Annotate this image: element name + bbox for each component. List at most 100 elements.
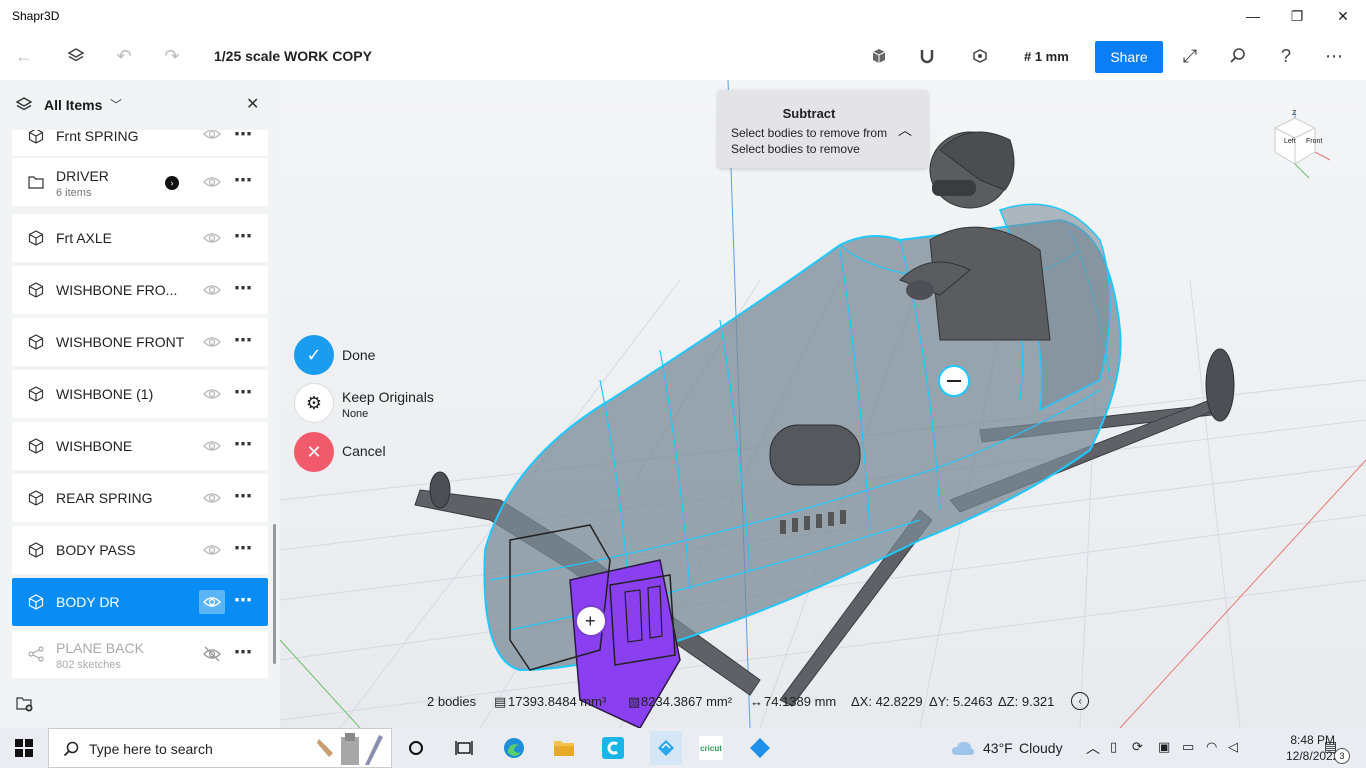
help-icon[interactable]: ? <box>1274 44 1298 68</box>
viewcube-front-label[interactable]: Front <box>1306 138 1322 145</box>
chevron-down-icon[interactable]: ﹀ <box>110 96 122 113</box>
sidebar-scrollbar[interactable] <box>273 524 276 664</box>
back-arrow-icon[interactable]: ← <box>12 44 36 68</box>
list-item[interactable]: REAR SPRING ⋯ <box>12 474 268 522</box>
eye-icon[interactable] <box>203 130 221 142</box>
view-settings-icon[interactable] <box>968 44 992 68</box>
more-options-icon[interactable]: ⋯ <box>234 330 253 351</box>
eye-icon[interactable] <box>203 282 221 298</box>
done-label[interactable]: Done <box>342 347 375 363</box>
item-label: WISHBONE (1) <box>56 386 154 402</box>
maximize-button[interactable]: ❐ <box>1274 0 1320 32</box>
list-item-selected[interactable]: BODY DR ⋯ <box>12 578 268 626</box>
cortana-icon[interactable] <box>404 736 428 760</box>
edge-browser-icon[interactable] <box>502 736 526 760</box>
list-item[interactable]: WISHBONE ⋯ <box>12 422 268 470</box>
subtract-instruction-1: Select bodies to remove from <box>731 126 888 140</box>
document-title[interactable]: 1/25 scale WORK COPY <box>214 48 372 64</box>
undo-icon[interactable]: ↶ <box>112 44 136 68</box>
close-window-button[interactable]: ✕ <box>1320 0 1366 32</box>
volume-icon[interactable]: ◁ <box>1228 739 1238 755</box>
sidebar-title[interactable]: All Items <box>44 97 102 113</box>
fullscreen-icon[interactable]: ⤢ <box>1178 44 1202 68</box>
display-mode-icon[interactable] <box>867 44 891 68</box>
more-options-icon[interactable]: ⋯ <box>234 382 253 403</box>
tray-app-icon[interactable]: ▯ <box>1110 739 1117 755</box>
more-options-icon[interactable]: ⋯ <box>234 130 253 145</box>
eye-icon[interactable] <box>203 438 221 454</box>
windows-start-icon[interactable] <box>12 736 36 760</box>
weather-temp[interactable]: 43°F <box>983 740 1013 756</box>
more-options-icon[interactable]: ⋯ <box>234 538 253 559</box>
close-icon[interactable]: ✕ <box>246 94 259 114</box>
wifi-icon[interactable]: ◠ <box>1206 739 1217 755</box>
list-item[interactable]: DRIVER 6 items › ⋯ <box>12 158 268 206</box>
keep-originals-button[interactable]: ⚙ <box>294 383 334 423</box>
eye-icon[interactable] <box>203 490 221 506</box>
minimize-button[interactable]: — <box>1230 0 1276 32</box>
eye-icon[interactable] <box>203 230 221 246</box>
done-button[interactable]: ✓ <box>294 335 334 375</box>
list-item[interactable]: Frt AXLE ⋯ <box>12 214 268 262</box>
chevron-up-icon[interactable]: ︿ <box>1086 738 1100 758</box>
list-item[interactable]: PLANE BACK 802 sketches ⋯ <box>12 630 268 678</box>
eye-icon[interactable] <box>203 386 221 402</box>
eye-icon[interactable] <box>203 174 221 190</box>
eye-icon[interactable] <box>203 594 221 610</box>
model-canvas[interactable]: + <box>280 80 1366 728</box>
cloud-weather-icon[interactable] <box>950 736 976 760</box>
app-c-icon[interactable] <box>601 736 625 760</box>
list-item[interactable]: WISHBONE (1) ⋯ <box>12 370 268 418</box>
3d-viewport[interactable]: + Left Front Z <box>280 80 1366 728</box>
chevron-up-icon[interactable]: ︿ <box>898 120 912 140</box>
new-folder-icon[interactable] <box>16 696 34 712</box>
collapse-status-icon[interactable]: ‹ <box>1071 692 1089 710</box>
share-button[interactable]: Share <box>1095 41 1163 73</box>
cancel-button[interactable]: ✕ <box>294 432 334 472</box>
item-label: REAR SPRING <box>56 490 153 506</box>
shapr3d-taskbar-icon[interactable] <box>650 731 682 765</box>
battery-icon[interactable]: ▭ <box>1182 739 1194 755</box>
layers-icon[interactable] <box>64 44 88 68</box>
app-diamond-icon[interactable] <box>748 736 772 760</box>
grid-size-label[interactable]: # 1 mm <box>1024 49 1069 64</box>
list-item[interactable]: WISHBONE FRO... ⋯ <box>12 266 268 314</box>
eye-hidden-icon[interactable] <box>203 646 221 662</box>
more-options-icon[interactable]: ⋯ <box>234 486 253 507</box>
more-options-icon[interactable]: ⋯ <box>234 226 253 247</box>
area-icon: ▧ <box>628 694 641 709</box>
taskbar-search[interactable]: Type here to search <box>48 728 392 768</box>
more-options-icon[interactable]: ⋯ <box>234 434 253 455</box>
search-icon[interactable] <box>1226 44 1250 68</box>
file-explorer-icon[interactable] <box>552 736 576 760</box>
expand-arrow-icon[interactable]: › <box>165 176 179 190</box>
notification-count-badge: 3 <box>1334 748 1350 764</box>
status-length: 74.1389 mm <box>764 694 837 709</box>
snapping-magnet-icon[interactable] <box>915 44 939 68</box>
list-item[interactable]: BODY PASS ⋯ <box>12 526 268 574</box>
search-placeholder: Type here to search <box>89 741 213 757</box>
status-area: 8234.3867 mm² <box>641 694 733 709</box>
weather-desc[interactable]: Cloudy <box>1019 740 1063 756</box>
more-options-icon[interactable]: ⋯ <box>234 590 253 611</box>
cancel-label[interactable]: Cancel <box>342 443 386 459</box>
eye-icon[interactable] <box>203 334 221 350</box>
viewcube-left-label[interactable]: Left <box>1284 138 1296 145</box>
toolbar: ← ↶ ↷ 1/25 scale WORK COPY # 1 mm Share … <box>0 32 1366 80</box>
more-options-icon[interactable]: ⋯ <box>234 278 253 299</box>
more-options-icon[interactable]: ⋯ <box>234 642 253 663</box>
list-item[interactable]: WISHBONE FRONT ⋯ <box>12 318 268 366</box>
more-options-icon[interactable]: ⋯ <box>1322 44 1346 68</box>
list-item[interactable]: Frnt SPRING ⋯ <box>12 130 268 156</box>
subtract-instruction-2: Select bodies to remove <box>731 142 860 156</box>
sync-icon[interactable]: ⟳ <box>1132 739 1143 755</box>
more-options-icon[interactable]: ⋯ <box>234 170 253 191</box>
redo-icon[interactable]: ↷ <box>160 44 184 68</box>
cricut-icon[interactable]: cricut <box>699 736 723 760</box>
eye-icon[interactable] <box>203 542 221 558</box>
task-view-icon[interactable] <box>452 736 476 760</box>
keep-originals-value[interactable]: None <box>342 408 368 420</box>
item-label: BODY DR <box>56 594 120 610</box>
keep-originals-label[interactable]: Keep Originals <box>342 389 434 405</box>
display-icon[interactable]: ▣ <box>1158 739 1170 755</box>
